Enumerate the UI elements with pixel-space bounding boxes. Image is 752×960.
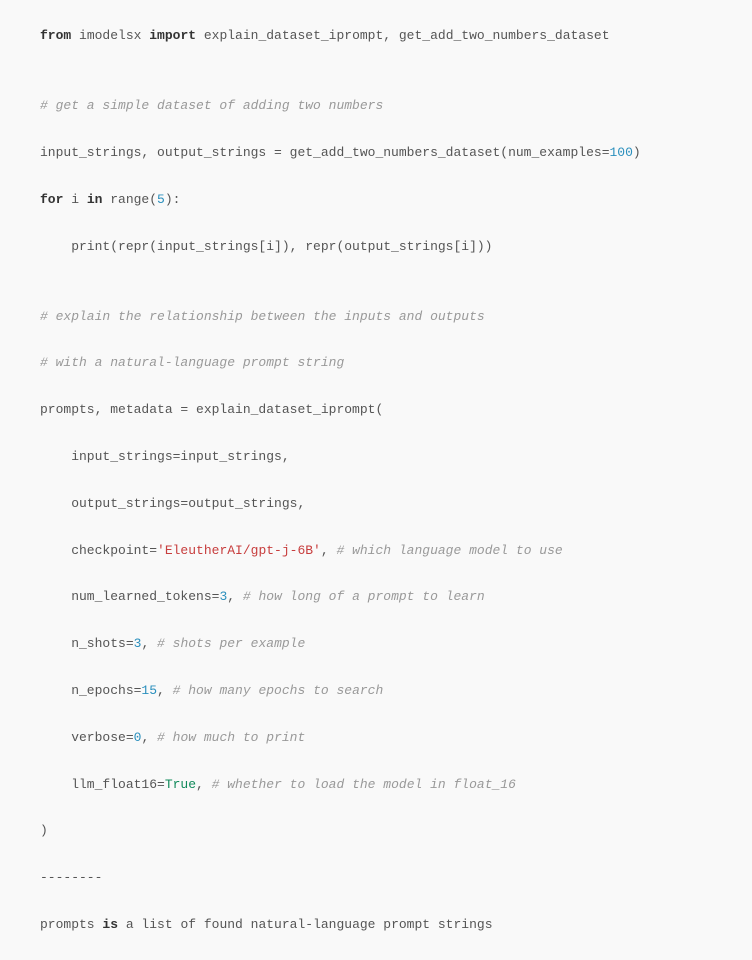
code-line: # get a simple dataset of adding two num… bbox=[40, 94, 712, 117]
code-text: , bbox=[141, 730, 157, 745]
keyword-import: import bbox=[149, 28, 196, 43]
number-literal: 3 bbox=[134, 636, 142, 651]
code-text: input_strings=input_strings, bbox=[40, 449, 290, 464]
comment: # shots per example bbox=[157, 636, 305, 651]
code-text: n_epochs= bbox=[40, 683, 141, 698]
code-text: ) bbox=[633, 145, 641, 160]
comment: # get a simple dataset of adding two num… bbox=[40, 98, 383, 113]
code-text: , bbox=[196, 777, 212, 792]
import-names: explain_dataset_iprompt, get_add_two_num… bbox=[196, 28, 609, 43]
number-literal: 3 bbox=[219, 589, 227, 604]
code-line: num_learned_tokens=3, # how long of a pr… bbox=[40, 585, 712, 608]
keyword-for: for bbox=[40, 192, 63, 207]
code-text: print(repr(input_strings[i]), repr(outpu… bbox=[40, 239, 492, 254]
code-text: , bbox=[157, 683, 173, 698]
code-line: ) bbox=[40, 819, 712, 842]
code-line: n_epochs=15, # how many epochs to search bbox=[40, 679, 712, 702]
code-line: -------- bbox=[40, 866, 712, 889]
comment: # how many epochs to search bbox=[173, 683, 384, 698]
code-line: from imodelsx import explain_dataset_ipr… bbox=[40, 24, 712, 47]
code-line: checkpoint='EleutherAI/gpt-j-6B', # whic… bbox=[40, 539, 712, 562]
code-text: llm_float16= bbox=[40, 777, 165, 792]
comment: # which language model to use bbox=[336, 543, 562, 558]
code-text: checkpoint= bbox=[40, 543, 157, 558]
number-literal: 100 bbox=[610, 145, 633, 160]
code-text: n_shots= bbox=[40, 636, 134, 651]
code-text: output_strings=output_strings, bbox=[40, 496, 305, 511]
code-line: verbose=0, # how much to print bbox=[40, 726, 712, 749]
code-line: prompts is a list of found natural-langu… bbox=[40, 913, 712, 936]
number-literal: 5 bbox=[157, 192, 165, 207]
comment: # how long of a prompt to learn bbox=[243, 589, 485, 604]
code-text: prompts, metadata = explain_dataset_ipro… bbox=[40, 402, 383, 417]
code-line: prompts, metadata = explain_dataset_ipro… bbox=[40, 398, 712, 421]
keyword-from: from bbox=[40, 28, 71, 43]
code-text: i bbox=[63, 192, 86, 207]
code-text: ): bbox=[165, 192, 181, 207]
code-line: for i in range(5): bbox=[40, 188, 712, 211]
string-literal: 'EleutherAI/gpt-j-6B' bbox=[157, 543, 321, 558]
code-block: from imodelsx import explain_dataset_ipr… bbox=[40, 24, 712, 936]
code-line: n_shots=3, # shots per example bbox=[40, 632, 712, 655]
code-text: ) bbox=[40, 823, 48, 838]
code-text: -------- bbox=[40, 870, 102, 885]
keyword-in: in bbox=[87, 192, 103, 207]
code-text: range( bbox=[102, 192, 157, 207]
code-line: input_strings, output_strings = get_add_… bbox=[40, 141, 712, 164]
code-line: llm_float16=True, # whether to load the … bbox=[40, 773, 712, 796]
code-text: num_learned_tokens= bbox=[40, 589, 219, 604]
bool-literal: True bbox=[165, 777, 196, 792]
code-text: verbose= bbox=[40, 730, 134, 745]
number-literal: 15 bbox=[141, 683, 157, 698]
code-text: a list of found natural-language prompt … bbox=[118, 917, 492, 932]
comment: # explain the relationship between the i… bbox=[40, 309, 485, 324]
code-text: , bbox=[227, 589, 243, 604]
code-text: input_strings, output_strings = get_add_… bbox=[40, 145, 610, 160]
comment: # how much to print bbox=[157, 730, 305, 745]
code-line: input_strings=input_strings, bbox=[40, 445, 712, 468]
module-name: imodelsx bbox=[71, 28, 149, 43]
code-line: # explain the relationship between the i… bbox=[40, 305, 712, 328]
code-line: print(repr(input_strings[i]), repr(outpu… bbox=[40, 235, 712, 258]
code-text: , bbox=[321, 543, 337, 558]
code-text: , bbox=[141, 636, 157, 651]
comment: # with a natural-language prompt string bbox=[40, 355, 344, 370]
comment: # whether to load the model in float_16 bbox=[212, 777, 516, 792]
keyword-is: is bbox=[102, 917, 118, 932]
number-literal: 0 bbox=[134, 730, 142, 745]
code-line: # with a natural-language prompt string bbox=[40, 351, 712, 374]
code-text: prompts bbox=[40, 917, 102, 932]
